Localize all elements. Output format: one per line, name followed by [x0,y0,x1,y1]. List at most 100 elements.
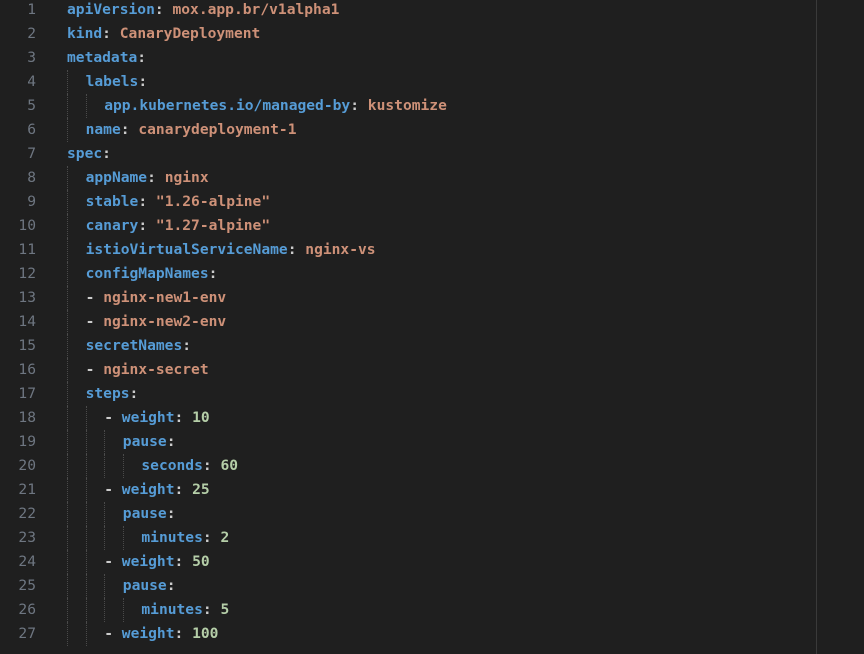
line-number: 9 [27,193,36,210]
yaml-colon: : [166,505,176,522]
yaml-key: istioVirtualServiceName [85,241,288,258]
yaml-value: 100 [192,625,219,642]
code-editor[interactable]: 1 apiVersion: mox.app.br/v1alpha1 2 kind: C… [0,0,864,654]
code-line[interactable]: 3 metadata: [0,46,864,70]
list-dash: - [85,313,95,330]
code-line[interactable]: 4 labels: [0,70,864,94]
line-number: 11 [18,241,36,258]
yaml-value: 50 [192,553,210,570]
yaml-key: pause [122,505,167,522]
code-line[interactable]: 21 - weight: 25 [0,478,864,502]
yaml-key: weight [121,409,175,426]
line-number: 16 [18,361,36,378]
code-text: labels: [67,70,147,94]
code-line[interactable]: 14 - nginx-new2-env [0,310,864,334]
indent-guide [67,286,86,310]
yaml-colon: : [174,481,184,498]
indent-guide [85,574,105,598]
line-number: 17 [18,385,36,402]
indent-guide [85,526,105,550]
code-line[interactable]: 2 kind: CanaryDeployment [0,22,864,46]
code-text: appName: nginx [67,166,209,190]
yaml-colon: : [102,145,111,162]
code-line[interactable]: 9 stable: "1.26-alpine" [0,190,864,214]
yaml-key: apiVersion [67,1,155,18]
code-line[interactable]: 23 minutes: 2 [0,526,864,550]
code-line[interactable]: 7 spec: [0,142,864,166]
yaml-key: minutes [141,601,203,618]
indent-guide [67,430,86,454]
indent-guide [67,190,86,214]
yaml-key: minutes [141,529,203,546]
code-line[interactable]: 8 appName: nginx [0,166,864,190]
yaml-colon: : [138,193,148,210]
code-line[interactable]: 27 - weight: 100 [0,622,864,646]
code-line[interactable]: 5 app.kubernetes.io/managed-by: kustomize [0,94,864,118]
yaml-key: kind [67,25,103,42]
code-line[interactable]: 15 secretNames: [0,334,864,358]
line-number: 3 [27,49,36,66]
indent-guide [122,526,142,550]
yaml-colon: : [174,409,184,426]
line-number: 25 [18,577,36,594]
code-text: minutes: 2 [67,526,229,550]
line-number: 13 [18,289,36,306]
code-line[interactable]: 20 seconds: 60 [0,454,864,478]
indent-guide [67,454,86,478]
code-line[interactable]: 12 configMapNames: [0,262,864,286]
yaml-value: "1.27-alpine" [155,217,271,234]
indent-guide [104,502,123,526]
indent-guide [67,478,86,502]
indent-guide [67,238,86,262]
yaml-colon: : [202,601,212,618]
yaml-key: app.kubernetes.io/managed-by [104,97,351,114]
code-text: pause: [67,502,176,526]
yaml-colon: : [202,457,212,474]
yaml-value: nginx-secret [103,361,209,378]
line-number: 15 [18,337,36,354]
code-text: secretNames: [67,334,191,358]
code-line[interactable]: 16 - nginx-secret [0,358,864,382]
yaml-value: 2 [220,529,230,546]
list-dash: - [85,361,95,378]
indent-guide [85,550,105,574]
indent-guide [67,598,86,622]
code-line[interactable]: 10 canary: "1.27-alpine" [0,214,864,238]
code-line[interactable]: 19 pause: [0,430,864,454]
code-line[interactable]: 11 istioVirtualServiceName: nginx-vs [0,238,864,262]
yaml-value: kustomize [367,97,447,114]
code-text: steps: [67,382,138,406]
yaml-colon: : [166,433,176,450]
indent-guide [67,118,86,142]
code-line[interactable]: 22 pause: [0,502,864,526]
yaml-value: nginx-new1-env [103,289,227,306]
yaml-value: nginx [164,169,209,186]
code-line[interactable]: 6 name: canarydeployment-1 [0,118,864,142]
code-line[interactable]: 25 pause: [0,574,864,598]
yaml-key: weight [121,481,175,498]
code-line[interactable]: 24 - weight: 50 [0,550,864,574]
yaml-value: mox.app.br/v1alpha1 [172,1,340,18]
indent-guide [67,550,86,574]
code-line[interactable]: 26 minutes: 5 [0,598,864,622]
indent-guide [85,478,105,502]
yaml-colon: : [102,25,111,42]
list-dash: - [104,481,113,498]
code-line[interactable]: 17 steps: [0,382,864,406]
code-line[interactable]: 18 - weight: 10 [0,406,864,430]
indent-guide [67,166,86,190]
code-line[interactable]: 13 - nginx-new1-env [0,286,864,310]
code-text: pause: [67,430,176,454]
indent-guide [104,574,123,598]
line-number: 27 [18,625,36,642]
line-number: 1 [27,1,36,18]
yaml-value: 10 [192,409,210,426]
line-number: 22 [18,505,36,522]
indent-guide [67,334,86,358]
code-line[interactable]: 1 apiVersion: mox.app.br/v1alpha1 [0,0,864,22]
yaml-key: secretNames [85,337,183,354]
yaml-key: metadata [67,49,138,66]
indent-guide [104,598,123,622]
line-number: 26 [18,601,36,618]
line-number: 6 [27,121,36,138]
